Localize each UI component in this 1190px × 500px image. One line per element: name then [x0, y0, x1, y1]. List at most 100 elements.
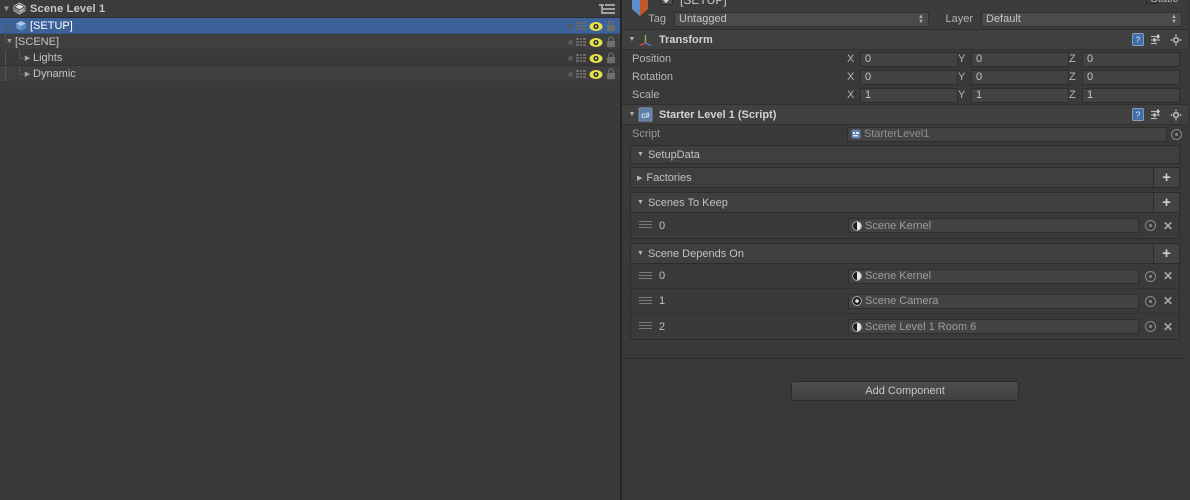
scene-asset-icon	[852, 296, 862, 306]
visibility-eye-icon[interactable]	[589, 69, 603, 80]
remove-x-icon[interactable]: ✕	[1163, 219, 1173, 233]
scenes-to-keep-foldout[interactable]: ▼ Scenes To Keep +	[630, 192, 1180, 213]
tag-label: Tag	[648, 13, 666, 25]
transform-header[interactable]: ▼ Transform ?	[622, 30, 1188, 50]
list-item-value: Scene Level 1 Room 6	[865, 320, 977, 333]
script-asset-field[interactable]: StarterLevel1	[847, 126, 1167, 142]
chevron-updown-icon: ▲ ▼	[1171, 13, 1177, 25]
script-component-header[interactable]: ▼ c# Starter Level 1 (Script) ?	[622, 105, 1188, 125]
static-dropdown-arrow[interactable]: ▼	[1180, 0, 1187, 2]
list-item[interactable]: 0 Scene Kernel ✕	[631, 264, 1179, 289]
gameobject-enabled-checkbox[interactable]	[660, 0, 673, 5]
scenes-to-keep-add-button[interactable]: +	[1153, 193, 1179, 212]
factories-foldout[interactable]: ▶ Factories +	[630, 167, 1180, 188]
axis-z-label: Z	[1069, 71, 1076, 83]
add-component-button[interactable]: Add Component	[791, 381, 1019, 401]
visibility-eye-icon[interactable]	[589, 53, 603, 64]
scene-culling-dot-icon[interactable]	[568, 55, 573, 61]
scene-picking-grid-icon[interactable]	[576, 21, 586, 31]
visibility-eye-icon[interactable]	[589, 37, 603, 48]
scene-depends-on-arrow[interactable]: ▼	[637, 250, 644, 257]
scene-picking-grid-icon[interactable]	[576, 37, 586, 47]
hierarchy-panel: ▼ Scene Level 1 ▶	[0, 0, 622, 500]
tag-layer-row: Tag Untagged ▲ ▼ Layer Default ▲ ▼	[622, 11, 1188, 27]
scale-y-input[interactable]: 1	[971, 87, 1069, 103]
scene-depends-on-add-button[interactable]: +	[1153, 244, 1179, 263]
list-item-object-field[interactable]: Scene Camera	[848, 293, 1139, 309]
scale-z-input[interactable]: 1	[1082, 87, 1180, 103]
scenes-to-keep-arrow[interactable]: ▼	[637, 199, 644, 206]
scene-lock-icon[interactable]	[606, 20, 616, 32]
object-select-circle-icon[interactable]	[1144, 321, 1156, 332]
factories-add-button[interactable]: +	[1153, 168, 1179, 187]
hierarchy-item-scene[interactable]: ▼ [SCENE]	[0, 34, 620, 50]
scene-lock-icon[interactable]	[606, 52, 616, 64]
hierarchy-item-dynamic[interactable]: ▶ Dynamic	[0, 66, 620, 82]
scene-culling-dot-icon[interactable]	[568, 23, 573, 29]
preset-icon[interactable]	[1151, 34, 1163, 46]
tag-dropdown[interactable]: Untagged ▲ ▼	[674, 11, 929, 27]
object-select-circle-icon[interactable]	[1171, 128, 1182, 140]
tag-value: Untagged	[679, 13, 727, 25]
scenes-to-keep-list: 0 Scene Kernel ✕	[630, 213, 1180, 239]
factories-arrow[interactable]: ▶	[637, 174, 642, 182]
reorder-drag-handle-icon[interactable]	[639, 296, 653, 306]
transform-foldout-arrow[interactable]: ▼	[626, 36, 638, 43]
scene-depends-on-label: Scene Depends On	[647, 247, 744, 260]
list-item-object-field[interactable]: Scene Level 1 Room 6	[848, 319, 1139, 334]
remove-x-icon[interactable]: ✕	[1163, 294, 1173, 308]
gear-icon[interactable]	[1170, 109, 1182, 121]
rotation-x-input[interactable]: 0	[860, 69, 958, 85]
hierarchy-options-icon[interactable]	[597, 4, 615, 14]
axis-x-label: X	[847, 71, 855, 83]
object-select-circle-icon[interactable]	[1144, 270, 1156, 282]
layer-dropdown[interactable]: Default ▲ ▼	[981, 11, 1182, 27]
object-select-circle-icon[interactable]	[1144, 295, 1156, 307]
list-item[interactable]: 0 Scene Kernel ✕	[631, 213, 1179, 238]
scene-culling-dot-icon[interactable]	[568, 39, 573, 45]
transform-axis-icon	[638, 32, 653, 47]
scene-asset-icon	[852, 271, 862, 281]
scale-x-input[interactable]: 1	[860, 87, 958, 103]
hierarchy-item-setup[interactable]: ▶ [SETUP]	[0, 18, 620, 34]
scenes-to-keep-label: Scenes To Keep	[647, 196, 728, 209]
inspector-object-header: [SETUP] Static ▼ Tag Untagged ▲▼ Layer D…	[622, 0, 1188, 30]
remove-x-icon[interactable]: ✕	[1163, 269, 1173, 283]
setupdata-foldout[interactable]: ▼ SetupData	[630, 145, 1180, 164]
help-book-icon[interactable]: ?	[1132, 33, 1144, 46]
list-item-value: Scene Kernel	[865, 219, 932, 232]
list-item-object-field[interactable]: Scene Kernel	[848, 218, 1139, 233]
preset-icon[interactable]	[1151, 109, 1163, 121]
reorder-drag-handle-icon[interactable]	[639, 271, 653, 281]
scene-picking-grid-icon[interactable]	[576, 69, 586, 79]
gear-icon[interactable]	[1170, 34, 1182, 46]
position-z-input[interactable]: 0	[1082, 51, 1180, 67]
object-select-circle-icon[interactable]	[1144, 220, 1156, 231]
reorder-drag-handle-icon[interactable]	[639, 322, 653, 331]
position-y-input[interactable]: 0	[971, 51, 1069, 67]
gameobject-name-field[interactable]: [SETUP]	[680, 0, 727, 7]
help-book-icon[interactable]: ?	[1132, 108, 1144, 121]
visibility-eye-icon[interactable]	[589, 21, 603, 32]
list-item[interactable]: 1 Scene Camera ✕	[631, 289, 1179, 314]
reorder-drag-handle-icon[interactable]	[639, 221, 653, 230]
scene-foldout-arrow[interactable]: ▼	[0, 4, 13, 13]
script-foldout-arrow[interactable]: ▼	[626, 111, 638, 118]
list-item[interactable]: 2 Scene Level 1 Room 6 ✕	[631, 314, 1179, 339]
scene-picking-grid-icon[interactable]	[576, 53, 586, 63]
list-item-object-field[interactable]: Scene Kernel	[848, 268, 1139, 284]
position-x-input[interactable]: 0	[860, 51, 958, 67]
hierarchy-row-toggles	[568, 18, 616, 34]
remove-x-icon[interactable]: ✕	[1163, 320, 1173, 334]
scene-lock-icon[interactable]	[606, 36, 616, 48]
scene-culling-dot-icon[interactable]	[568, 71, 573, 77]
scene-depends-on-foldout[interactable]: ▼ Scene Depends On +	[630, 243, 1180, 264]
rotation-z-input[interactable]: 0	[1082, 69, 1180, 85]
setupdata-arrow[interactable]: ▼	[637, 151, 644, 158]
hierarchy-header: ▼ Scene Level 1	[0, 0, 620, 18]
rotation-y-input[interactable]: 0	[971, 69, 1069, 85]
factories-label: Factories	[646, 171, 692, 184]
scene-lock-icon[interactable]	[606, 68, 616, 80]
hierarchy-tree: ▶ [SETUP]	[0, 18, 620, 82]
hierarchy-item-lights[interactable]: ▶ Lights	[0, 50, 620, 66]
